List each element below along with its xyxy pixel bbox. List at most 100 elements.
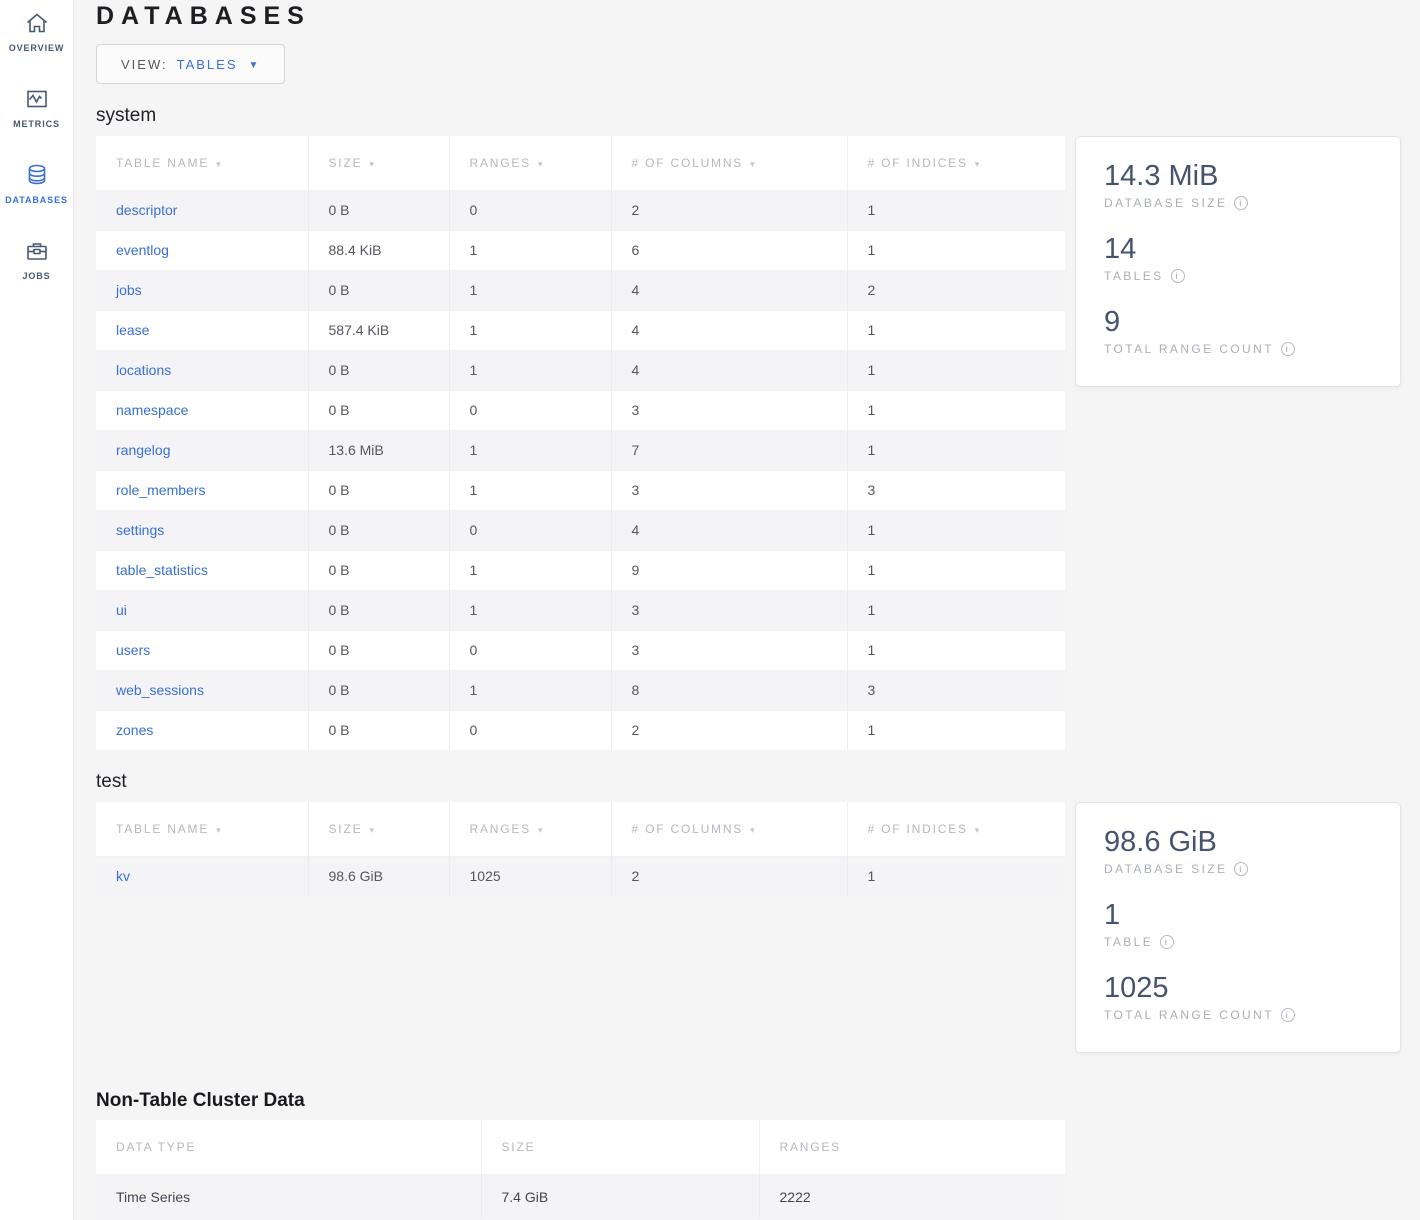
- table-link[interactable]: table_statistics: [116, 562, 208, 578]
- table-link[interactable]: namespace: [116, 402, 188, 418]
- page-title: DATABASES: [96, 2, 1398, 31]
- table-link[interactable]: role_members: [116, 482, 205, 498]
- stat-label: DATABASE SIZE: [1104, 862, 1227, 876]
- table-link[interactable]: descriptor: [116, 202, 177, 218]
- info-icon[interactable]: i: [1160, 935, 1174, 949]
- table-link[interactable]: kv: [116, 868, 130, 884]
- table-link[interactable]: users: [116, 642, 150, 658]
- indices-cell: 1: [847, 350, 1065, 390]
- size-cell: 0 B: [308, 630, 449, 670]
- sidebar-item-databases[interactable]: DATABASES: [0, 162, 74, 205]
- stat-label: DATABASE SIZE: [1104, 196, 1227, 210]
- size-cell: 13.6 MiB: [308, 430, 449, 470]
- ranges-cell: 0: [449, 630, 611, 670]
- size-cell: 0 B: [308, 510, 449, 550]
- ranges-cell: 0: [449, 190, 611, 230]
- sort-arrow-icon: ▾: [216, 825, 222, 835]
- column-header-table-name[interactable]: TABLE NAME▾: [96, 802, 308, 856]
- table-link[interactable]: zones: [116, 722, 153, 738]
- size-cell: 7.4 GiB: [481, 1174, 759, 1219]
- info-icon[interactable]: i: [1281, 342, 1295, 356]
- column-header-table-name[interactable]: TABLE NAME▾: [96, 136, 308, 190]
- column-header-ranges[interactable]: RANGES▾: [449, 136, 611, 190]
- table-row: kv 98.6 GiB 1025 2 1: [96, 856, 1065, 896]
- table-link[interactable]: rangelog: [116, 442, 171, 458]
- info-icon[interactable]: i: [1234, 196, 1248, 210]
- columns-cell: 2: [611, 856, 847, 896]
- columns-cell: 3: [611, 390, 847, 430]
- column-header-indices[interactable]: # OF INDICES▾: [847, 136, 1065, 190]
- non-table-heading: Non-Table Cluster Data: [96, 1090, 1398, 1112]
- ranges-cell: 1: [449, 550, 611, 590]
- sort-arrow-icon: ▾: [369, 825, 375, 835]
- indices-cell: 1: [847, 430, 1065, 470]
- info-icon[interactable]: i: [1281, 1008, 1295, 1022]
- column-header-size[interactable]: SIZE▾: [308, 802, 449, 856]
- ranges-cell: 0: [449, 390, 611, 430]
- view-dropdown-label: VIEW:: [121, 57, 168, 72]
- stat-value: 98.6 GiB: [1104, 825, 1372, 859]
- info-icon[interactable]: i: [1234, 862, 1248, 876]
- indices-cell: 1: [847, 710, 1065, 750]
- sidebar-item-label: OVERVIEW: [9, 43, 65, 53]
- stat-database-size: 98.6 GiB DATABASE SIZE i: [1104, 825, 1372, 876]
- ranges-cell: 1: [449, 670, 611, 710]
- table-row: role_members 0 B 1 3 3: [96, 470, 1065, 510]
- table-row: descriptor 0 B 0 2 1: [96, 190, 1065, 230]
- table-row: web_sessions 0 B 1 8 3: [96, 670, 1065, 710]
- info-icon[interactable]: i: [1171, 269, 1185, 283]
- column-header-ranges[interactable]: RANGES▾: [449, 802, 611, 856]
- sort-arrow-icon: ▾: [369, 159, 375, 169]
- indices-cell: 3: [847, 470, 1065, 510]
- table-link[interactable]: ui: [116, 602, 127, 618]
- column-header-data-type: DATA TYPE: [96, 1120, 481, 1174]
- columns-cell: 9: [611, 550, 847, 590]
- table-link[interactable]: eventlog: [116, 242, 169, 258]
- data-type-cell: Time Series: [96, 1174, 481, 1219]
- sidebar-item-jobs[interactable]: JOBS: [0, 238, 74, 281]
- columns-cell: 2: [611, 190, 847, 230]
- columns-cell: 8: [611, 670, 847, 710]
- table-row: eventlog 88.4 KiB 1 6 1: [96, 230, 1065, 270]
- sidebar: OVERVIEW METRICS DATABASES: [0, 0, 74, 1220]
- sidebar-item-overview[interactable]: OVERVIEW: [0, 10, 74, 53]
- table-link[interactable]: locations: [116, 362, 171, 378]
- size-cell: 88.4 KiB: [308, 230, 449, 270]
- briefcase-icon: [24, 238, 50, 264]
- stat-label: TOTAL RANGE COUNT: [1104, 342, 1274, 356]
- column-header-size[interactable]: SIZE▾: [308, 136, 449, 190]
- indices-cell: 3: [847, 670, 1065, 710]
- columns-cell: 2: [611, 710, 847, 750]
- column-header-indices[interactable]: # OF INDICES▾: [847, 802, 1065, 856]
- table-link[interactable]: web_sessions: [116, 682, 204, 698]
- database-summary-card-test: 98.6 GiB DATABASE SIZEi 1 TABLEi 1025 TO…: [1075, 802, 1401, 1053]
- ranges-cell: 1025: [449, 856, 611, 896]
- column-header-columns[interactable]: # OF COLUMNS▾: [611, 136, 847, 190]
- columns-cell: 4: [611, 270, 847, 310]
- sidebar-item-metrics[interactable]: METRICS: [0, 86, 74, 129]
- stat-total-range-count: 1025 TOTAL RANGE COUNTi: [1104, 971, 1372, 1022]
- indices-cell: 2: [847, 270, 1065, 310]
- indices-cell: 1: [847, 856, 1065, 896]
- indices-cell: 1: [847, 550, 1065, 590]
- size-cell: 0 B: [308, 670, 449, 710]
- table-link[interactable]: settings: [116, 522, 164, 538]
- table-link[interactable]: lease: [116, 322, 149, 338]
- size-cell: 0 B: [308, 350, 449, 390]
- indices-cell: 1: [847, 190, 1065, 230]
- table-row: table_statistics 0 B 1 9 1: [96, 550, 1065, 590]
- column-header-size: SIZE: [481, 1120, 759, 1174]
- column-header-columns[interactable]: # OF COLUMNS▾: [611, 802, 847, 856]
- stat-label: TABLES: [1104, 269, 1164, 283]
- sort-arrow-icon: ▾: [538, 825, 544, 835]
- view-dropdown[interactable]: VIEW: TABLES ▼: [96, 44, 285, 84]
- tables-table-system: TABLE NAME▾ SIZE▾ RANGES▾ # OF COLUMNS▾ …: [96, 136, 1065, 750]
- ranges-cell: 1: [449, 470, 611, 510]
- sort-arrow-icon: ▾: [975, 825, 981, 835]
- table-link[interactable]: jobs: [116, 282, 142, 298]
- home-icon: [24, 10, 50, 36]
- table-row: lease 587.4 KiB 1 4 1: [96, 310, 1065, 350]
- stat-value: 14: [1104, 232, 1372, 266]
- sidebar-item-label: JOBS: [22, 271, 50, 281]
- size-cell: 0 B: [308, 710, 449, 750]
